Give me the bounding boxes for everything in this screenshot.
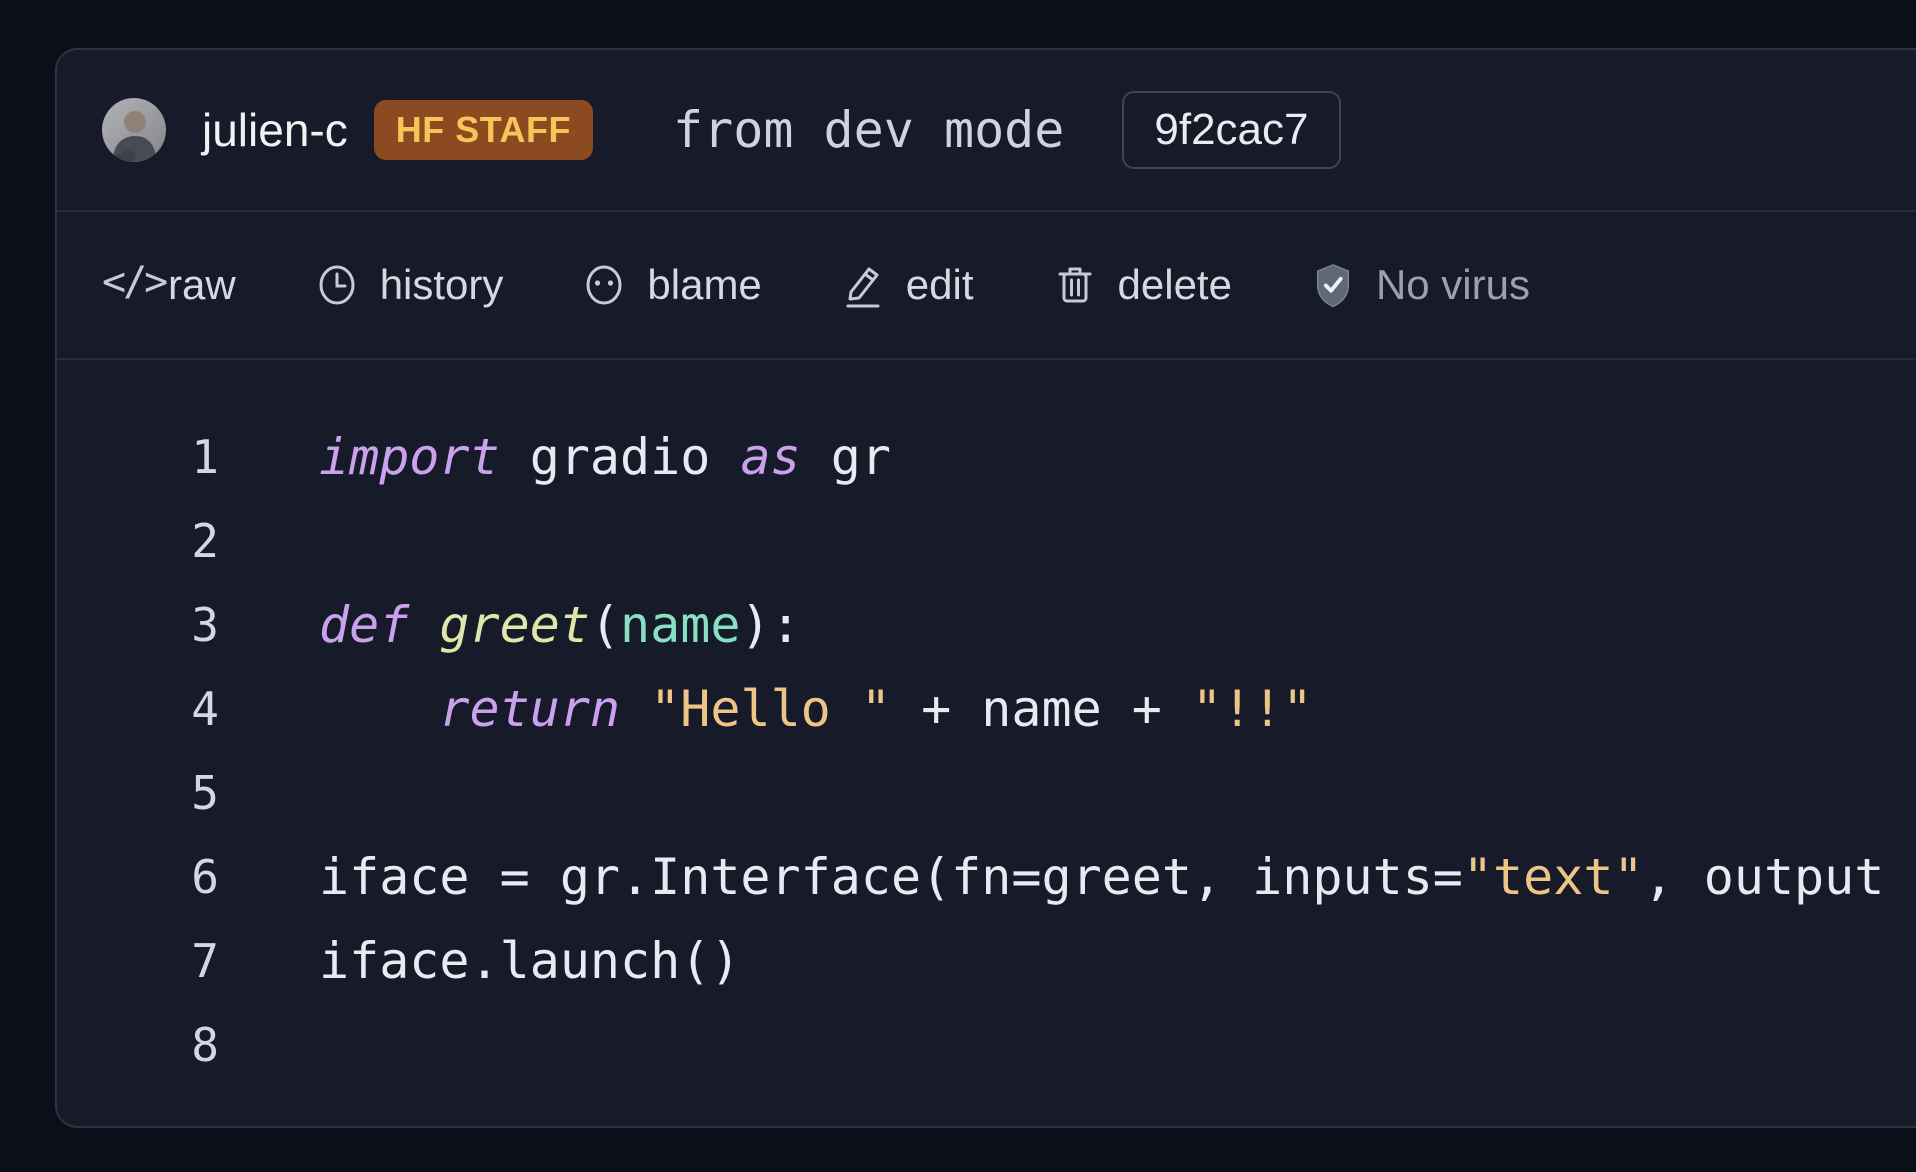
code-text: def greet(name): [319, 596, 801, 654]
code-line: 7 iface.launch() [57, 919, 1916, 1003]
code-line: 4 return "Hello " + name + "!!" [57, 667, 1916, 751]
code-line: 6 iface = gr.Interface(fn=greet, inputs="… [57, 835, 1916, 919]
line-number[interactable]: 3 [57, 598, 219, 652]
line-number[interactable]: 5 [57, 766, 219, 820]
code-lines: 1 import gradio as gr 2 3 def greet(name): 4 … [57, 415, 1916, 1087]
code-text: import gradio as gr [319, 428, 891, 486]
line-number[interactable]: 7 [57, 934, 219, 988]
hf-staff-badge: HF STAFF [374, 100, 593, 159]
code-text: return "Hello " + name + "!!" [319, 680, 1312, 738]
delete-button[interactable]: delete [1052, 261, 1232, 309]
edit-label: edit [906, 261, 974, 309]
line-number[interactable]: 6 [57, 850, 219, 904]
shield-check-icon [1310, 262, 1356, 308]
line-number[interactable]: 1 [57, 430, 219, 484]
line-number[interactable]: 8 [57, 1018, 219, 1072]
raw-button[interactable]: </> raw [102, 261, 236, 309]
commit-message[interactable]: from dev mode [673, 101, 1064, 159]
delete-label: delete [1118, 261, 1232, 309]
code-line: 2 [57, 499, 1916, 583]
code-text: iface = gr.Interface(fn=greet, inputs="t… [319, 848, 1884, 906]
no-virus-label: No virus [1376, 261, 1530, 309]
line-number[interactable]: 2 [57, 514, 219, 568]
commit-header: julien-c HF STAFF from dev mode 9f2cac7 [57, 50, 1916, 212]
clock-icon [314, 262, 360, 308]
history-label: history [380, 261, 504, 309]
blame-label: blame [647, 261, 761, 309]
code-icon: </> [102, 262, 148, 308]
code-text: iface.launch() [319, 932, 740, 990]
history-button[interactable]: history [314, 261, 504, 309]
code-line: 8 [57, 1003, 1916, 1087]
avatar-photo [102, 98, 166, 162]
avatar[interactable] [102, 98, 166, 162]
raw-label: raw [168, 261, 236, 309]
code-viewer: 1 import gradio as gr 2 3 def greet(name): 4 … [57, 360, 1916, 1087]
no-virus-status: No virus [1310, 261, 1530, 309]
file-toolbar: </> raw history blame [57, 212, 1916, 360]
code-line: 5 [57, 751, 1916, 835]
line-number[interactable]: 4 [57, 682, 219, 736]
pencil-icon [840, 262, 886, 308]
blame-button[interactable]: blame [581, 261, 761, 309]
commit-hash[interactable]: 9f2cac7 [1122, 91, 1340, 169]
trash-icon [1052, 262, 1098, 308]
file-viewer-card: julien-c HF STAFF from dev mode 9f2cac7 … [55, 48, 1916, 1128]
edit-button[interactable]: edit [840, 261, 974, 309]
code-line: 1 import gradio as gr [57, 415, 1916, 499]
blame-icon [581, 262, 627, 308]
code-line: 3 def greet(name): [57, 583, 1916, 667]
username-link[interactable]: julien-c [202, 103, 348, 157]
